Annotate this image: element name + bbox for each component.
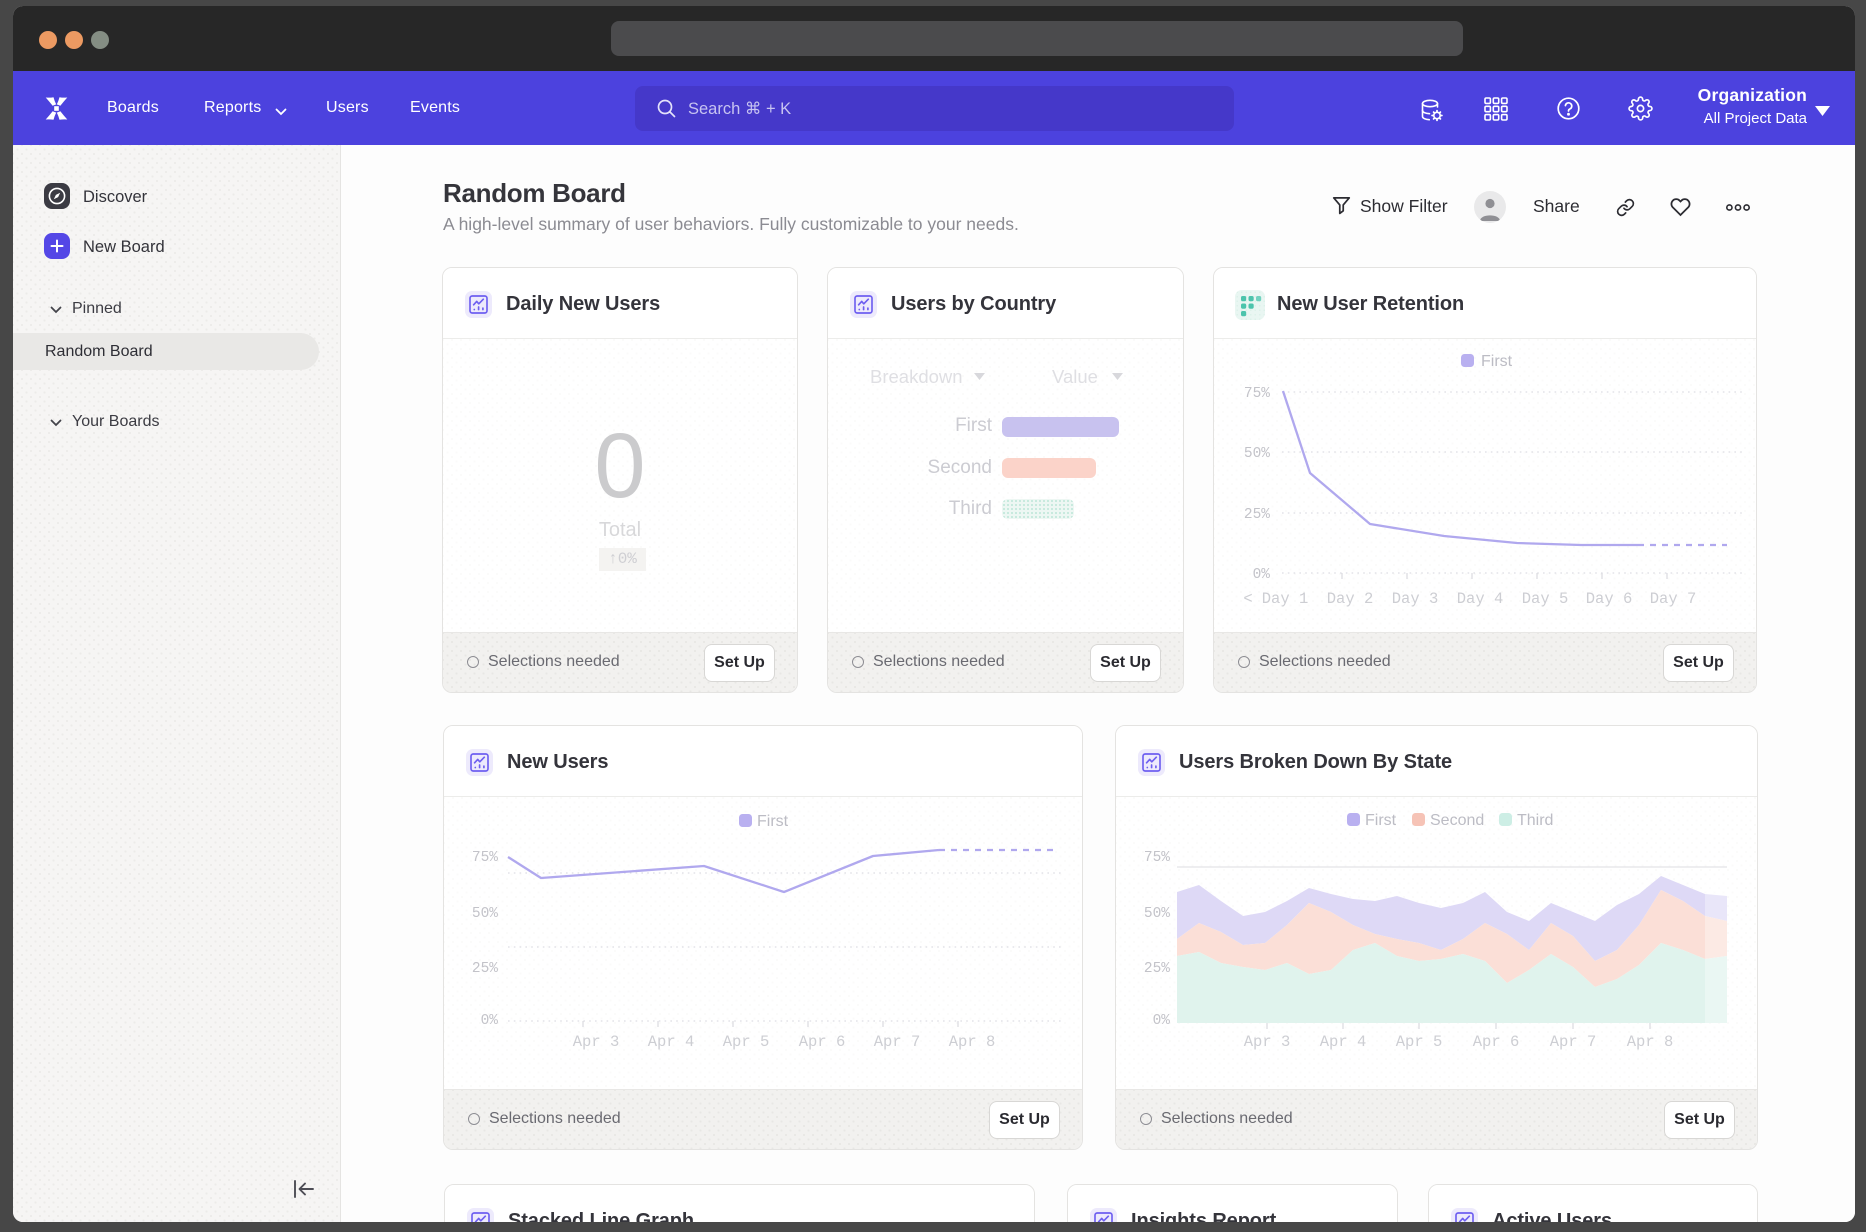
svg-text:Apr 7: Apr 7 [1550, 1033, 1597, 1051]
svg-text:0%: 0% [481, 1013, 499, 1029]
svg-text:75%: 75% [1244, 386, 1270, 402]
svg-text:First: First [1481, 353, 1513, 370]
svg-text:Apr 5: Apr 5 [723, 1033, 770, 1051]
svg-text:First: First [757, 813, 789, 830]
svg-text:Apr 4: Apr 4 [1320, 1033, 1367, 1051]
svg-text:Apr 8: Apr 8 [949, 1033, 996, 1051]
svg-text:Day 3: Day 3 [1392, 590, 1439, 608]
svg-text:50%: 50% [1144, 906, 1170, 922]
svg-text:25%: 25% [472, 961, 498, 977]
svg-text:Second: Second [1430, 812, 1484, 829]
svg-text:First: First [1365, 812, 1397, 829]
svg-text:75%: 75% [472, 850, 498, 866]
svg-text:Third: Third [1517, 812, 1553, 829]
svg-text:<: < [1243, 590, 1252, 608]
svg-text:75%: 75% [1144, 850, 1170, 866]
svg-text:Apr 5: Apr 5 [1396, 1033, 1443, 1051]
svg-text:Apr 6: Apr 6 [799, 1033, 846, 1051]
svg-text:Day 4: Day 4 [1457, 590, 1504, 608]
svg-text:Apr 3: Apr 3 [1244, 1033, 1291, 1051]
svg-text:Day 5: Day 5 [1522, 590, 1569, 608]
svg-text:0%: 0% [1253, 567, 1271, 583]
svg-text:0%: 0% [1153, 1013, 1171, 1029]
svg-text:25%: 25% [1144, 961, 1170, 977]
svg-text:Apr 6: Apr 6 [1473, 1033, 1520, 1051]
svg-text:Apr 3: Apr 3 [573, 1033, 620, 1051]
svg-text:Day 1: Day 1 [1262, 590, 1309, 608]
svg-text:Apr 4: Apr 4 [648, 1033, 695, 1051]
svg-text:Day 7: Day 7 [1650, 590, 1697, 608]
svg-text:Apr 7: Apr 7 [874, 1033, 921, 1051]
svg-text:50%: 50% [1244, 446, 1270, 462]
svg-text:Day 6: Day 6 [1586, 590, 1633, 608]
svg-text:50%: 50% [472, 906, 498, 922]
svg-text:Apr 8: Apr 8 [1627, 1033, 1674, 1051]
svg-text:25%: 25% [1244, 507, 1270, 523]
svg-text:Day 2: Day 2 [1327, 590, 1374, 608]
